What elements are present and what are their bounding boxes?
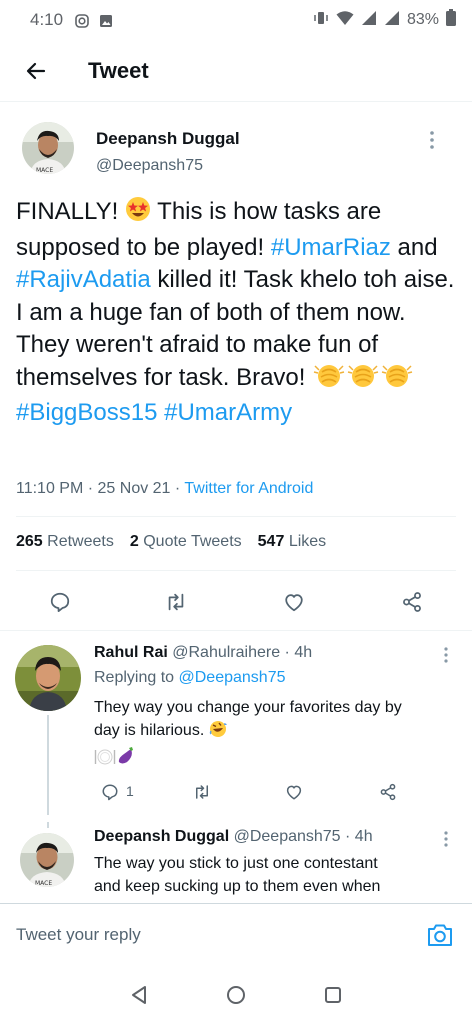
nav-back-button[interactable] [119, 975, 159, 1015]
retweets-count[interactable]: 265 Retweets [16, 533, 114, 551]
status-time: 4:10 [30, 10, 64, 29]
like-button[interactable] [276, 584, 312, 620]
divider [16, 516, 456, 517]
reply-button[interactable] [42, 584, 78, 620]
vibrate-icon [313, 10, 329, 31]
rofl-emoji [209, 720, 227, 745]
nav-recents-icon [325, 986, 342, 1003]
retweet-button[interactable] [158, 584, 194, 620]
back-button[interactable] [6, 40, 66, 102]
tweet-text: FINALLY! This is how tasks are supposed … [16, 196, 455, 426]
share-icon [403, 592, 421, 612]
wifi-icon [336, 10, 354, 31]
camera-button[interactable] [424, 919, 456, 951]
retweet-icon [196, 785, 208, 799]
replying-to: Replying to @Deepansh75 [94, 669, 286, 686]
reply-share-button[interactable] [370, 774, 406, 810]
tweet-more-button[interactable] [420, 128, 444, 152]
tweet-source-link[interactable]: Twitter for Android [184, 480, 313, 497]
divider [0, 630, 472, 631]
nav-recents-button[interactable] [313, 975, 353, 1015]
page-title: Tweet [88, 57, 149, 83]
signal-icon-2 [384, 10, 400, 31]
battery-icon [446, 9, 456, 31]
reply-icon [50, 592, 70, 613]
divider [16, 570, 456, 571]
tweet-author-handle[interactable]: @Deepansh75 [96, 157, 203, 175]
reply-compose-bar [0, 903, 472, 965]
svg-text:MACE: MACE [35, 880, 52, 887]
nav-home-icon [226, 985, 245, 1004]
reply-author-name[interactable]: Rahul Rai @Rahulraihere · 4h [94, 644, 312, 662]
svg-text:MACE: MACE [36, 167, 53, 174]
more-vertical-icon [430, 131, 434, 149]
hashtag-rajivadatia[interactable]: #RajivAdatia [16, 266, 151, 293]
reply-more-button[interactable] [434, 643, 458, 667]
reply-text: The way you stick to just one contestant… [94, 855, 381, 895]
system-nav-bar [0, 965, 472, 1024]
hashtag-umarriaz[interactable]: #UmarRiaz [271, 234, 391, 261]
reply-icon [102, 784, 118, 801]
reply-input[interactable] [16, 924, 424, 945]
reply-retweet-button[interactable] [184, 774, 220, 810]
reply-avatar[interactable]: MACE [20, 833, 74, 887]
quote-tweets-count[interactable]: 2 Quote Tweets [130, 533, 242, 551]
reply-more-button[interactable] [434, 827, 458, 851]
tweet-action-bar [0, 584, 472, 620]
eggplant-emoji [116, 746, 136, 773]
app-header: Tweet [0, 40, 472, 102]
instagram-icon [75, 13, 89, 28]
share-icon [380, 783, 396, 801]
back-arrow-icon [26, 62, 46, 79]
mention-link[interactable]: @Deepansh75 [179, 669, 286, 686]
author-avatar[interactable]: MACE [22, 122, 74, 174]
tweet-stats: 265 Retweets 2 Quote Tweets 547 Likes [16, 533, 326, 551]
likes-count[interactable]: 547 Likes [258, 533, 327, 551]
plate-cutlery-emoji [94, 748, 116, 773]
reply-author-name[interactable]: Deepansh Duggal @Deepansh75 · 4h [94, 828, 373, 846]
reply-text: They way you change your favorites day b… [94, 696, 456, 773]
reply-count: 1 [126, 783, 134, 799]
reply-avatar[interactable] [15, 645, 81, 711]
camera-icon [428, 924, 452, 946]
share-button[interactable] [394, 584, 430, 620]
clapping-hands-emoji [380, 362, 414, 398]
more-vertical-icon [444, 647, 448, 663]
reply-reply-button[interactable] [92, 774, 128, 810]
reply-like-button[interactable] [276, 774, 312, 810]
thread-connector [47, 715, 49, 815]
like-icon [286, 785, 302, 800]
clapping-hands-emoji [312, 362, 346, 398]
star-struck-emoji [125, 196, 151, 232]
clapping-hands-emoji [346, 362, 380, 398]
hashtag-biggboss15[interactable]: #BiggBoss15 [16, 399, 157, 426]
hashtag-umararmy[interactable]: #UmarArmy [164, 399, 292, 426]
gallery-icon [99, 13, 113, 27]
more-vertical-icon [444, 831, 448, 847]
status-bar: 4:10 83% [0, 0, 472, 40]
battery-percent: 83% [406, 11, 439, 28]
thread-connector [47, 822, 49, 828]
nav-back-icon [131, 985, 146, 1004]
tweet-author-name[interactable]: Deepansh Duggal [96, 129, 240, 149]
tweet-timestamp: 11:10 PM · 25 Nov 21 · Twitter for Andro… [16, 480, 314, 497]
retweet-icon [168, 593, 184, 611]
nav-home-button[interactable] [216, 975, 256, 1015]
signal-icon [361, 10, 377, 31]
like-icon [285, 594, 303, 612]
reply-action-bar: 1 [0, 780, 472, 804]
